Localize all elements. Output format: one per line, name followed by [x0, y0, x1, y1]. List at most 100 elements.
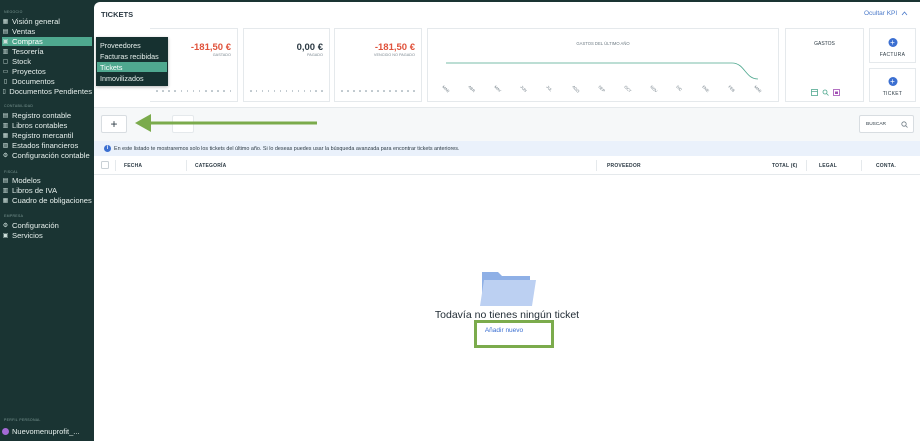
expenses-chart-card: GASTOS DEL ÚLTIMO AÑO MAR ABR MAY JUN JUL AGO… — [427, 28, 779, 102]
column-total[interactable]: TOTAL (€) — [772, 163, 797, 169]
hide-kpi-link[interactable]: Ocultar KPI — [864, 10, 908, 17]
expenses-line-chart: MAR ABR MAY JUN JUL AGO SEP OCT NOV DIC ENE FEB MAR — [441, 62, 762, 94]
kpi-sparkline — [156, 90, 231, 92]
submenu-item-facturas-recibidas[interactable]: Facturas recibidas — [97, 51, 167, 61]
sidebar-item-registro-mercantil[interactable]: ▦ Registro mercantil — [2, 131, 92, 140]
new-factura-button[interactable]: + FACTURA — [869, 28, 916, 63]
x-tick-label: MAR — [753, 85, 762, 94]
section-label-negocio: NEGOCIO — [4, 10, 23, 14]
folder-icon: ▭ — [2, 69, 9, 75]
info-text: En este listado te mostraremos solo los … — [114, 145, 460, 152]
box-icon: ▢ — [2, 59, 9, 65]
x-tick-label: NOV — [649, 85, 658, 94]
x-tick-label: SEP — [597, 85, 606, 94]
kpi-sparkline — [341, 90, 415, 92]
x-tick-label: MAY — [493, 85, 502, 94]
plus-icon: + — [888, 38, 897, 47]
sidebar-item-registro-contable[interactable]: ▤ Registro contable — [2, 111, 92, 120]
table-header: FECHA CATEGORÍA PROVEEDOR TOTAL (€) LEGA… — [94, 156, 920, 175]
sidebar-item-servicios[interactable]: ▣ Servicios — [2, 231, 92, 240]
chart-icon: ▨ — [2, 143, 9, 149]
sidebar-item-proyectos[interactable]: ▭ Proyectos — [2, 67, 92, 76]
info-icon: i — [104, 145, 111, 152]
kpi-gastado-label: GASTADO — [212, 53, 231, 57]
x-tick-label: MAR — [441, 85, 450, 94]
sidebar-item-compras[interactable]: ▣ Compras — [2, 37, 92, 46]
receipt-icon: ▤ — [2, 29, 9, 35]
section-label-perfil: PERFIL PERSONAL — [4, 418, 41, 422]
new-ticket-button[interactable]: + TICKET — [869, 68, 916, 102]
x-tick-label: OCT — [623, 85, 632, 94]
column-legal[interactable]: LEGAL — [819, 163, 837, 169]
sidebar-item-documentos-pendientes[interactable]: ▯ Documentos Pendientes — [2, 87, 92, 96]
sidebar: NEGOCIO ▦ Visión general ▤ Ventas ▣ Compras… — [0, 0, 94, 441]
user-profile[interactable]: Nuevomenuprofit_... — [2, 427, 80, 436]
page-title: TICKETS — [101, 10, 134, 19]
highlight-frame — [474, 320, 554, 348]
magnify-icon[interactable] — [822, 89, 829, 96]
grid-icon: ▦ — [2, 19, 9, 25]
calendar-icon: ▦ — [2, 198, 9, 204]
kpi-vencido: -181,50 € VENCIDO NO PAGADO — [334, 28, 422, 102]
annotation-arrow — [135, 114, 317, 132]
column-fecha[interactable]: FECHA — [124, 163, 142, 169]
document-icon: ▯ — [3, 79, 8, 85]
sidebar-item-estados-financieros[interactable]: ▨ Estados financieros — [2, 141, 92, 150]
books-icon: ▥ — [2, 123, 9, 129]
calculator-icon[interactable] — [811, 89, 818, 96]
sidebar-item-vision-general[interactable]: ▦ Visión general — [2, 17, 92, 26]
column-categoria[interactable]: CATEGORÍA — [195, 163, 226, 169]
kpi-vencido-value: -181,50 € — [374, 42, 415, 53]
submenu-item-inmovilizados[interactable]: Inmovilizados — [97, 73, 167, 83]
sidebar-item-tesoreria[interactable]: ▥ Tesorería — [2, 47, 92, 56]
section-label-fiscal: FISCAL — [4, 170, 19, 174]
search-input[interactable]: BUSCAR — [859, 115, 914, 133]
sidebar-item-stock[interactable]: ▢ Stock — [2, 57, 92, 66]
column-proveedor[interactable]: PROVEEDOR — [607, 163, 641, 169]
column-conta[interactable]: CONTA. — [876, 163, 896, 169]
kpi-sparkline — [250, 90, 323, 92]
x-tick-label: JUL — [545, 85, 553, 93]
sidebar-item-ventas[interactable]: ▤ Ventas — [2, 27, 92, 36]
kpi-gastado-value: -181,50 € — [190, 42, 231, 53]
settings-icon: ⚙ — [2, 153, 9, 159]
submenu-item-proveedores[interactable]: Proveedores — [97, 40, 167, 50]
compras-submenu: Proveedores Facturas recibidas Tickets I… — [96, 37, 168, 86]
avatar — [2, 428, 9, 435]
main-panel: TICKETS Ocultar KPI -181,50 € GASTADO 0,… — [94, 2, 920, 441]
empty-folder-icon — [480, 272, 536, 306]
x-tick-label: JUN — [519, 85, 527, 93]
form-icon: ▤ — [2, 178, 9, 184]
cart-icon: ▣ — [2, 39, 9, 45]
bank-icon: ▥ — [2, 49, 9, 55]
kpi-pagado-value: 0,00 € — [296, 42, 323, 53]
tax-book-icon: ▥ — [2, 188, 9, 194]
section-label-contabilidad: CONTABILIDAD — [4, 104, 34, 108]
sidebar-item-libros-iva[interactable]: ▥ Libros de IVA — [2, 186, 92, 195]
search-icon — [901, 121, 908, 128]
sidebar-item-configuracion[interactable]: ⚙ Configuración — [2, 221, 92, 230]
chevron-up-icon — [901, 11, 908, 16]
submenu-item-tickets[interactable]: Tickets — [97, 62, 167, 72]
sidebar-item-modelos[interactable]: ▤ Modelos — [2, 176, 92, 185]
info-banner: i En este listado te mostraremos solo lo… — [94, 141, 920, 156]
gastos-card: GASTOS — [785, 28, 864, 102]
sidebar-item-documentos[interactable]: ▯ Documentos — [2, 77, 92, 86]
kpi-pagado: 0,00 € PAGADO — [243, 28, 330, 102]
x-tick-label: FEB — [727, 85, 735, 93]
x-tick-label: AGO — [571, 85, 580, 94]
document-pending-icon: ▯ — [2, 89, 6, 95]
registry-icon: ▦ — [2, 133, 9, 139]
gastos-label: GASTOS — [814, 41, 835, 47]
kpi-vencido-label: VENCIDO NO PAGADO — [373, 53, 415, 57]
sidebar-item-cuadro-obligaciones[interactable]: ▦ Cuadro de obligaciones — [2, 196, 92, 205]
sidebar-item-libros-contables[interactable]: ▥ Libros contables — [2, 121, 92, 130]
plus-icon: + — [888, 77, 897, 86]
sidebar-item-configuracion-contable[interactable]: ⚙ Configuración contable — [2, 151, 92, 160]
add-ticket-button[interactable]: + — [101, 115, 127, 133]
gear-icon: ⚙ — [2, 223, 9, 229]
select-all-checkbox[interactable] — [101, 161, 109, 169]
kpi-pagado-label: PAGADO — [307, 53, 323, 57]
image-icon[interactable] — [833, 89, 840, 96]
x-tick-label: ENE — [701, 85, 710, 94]
